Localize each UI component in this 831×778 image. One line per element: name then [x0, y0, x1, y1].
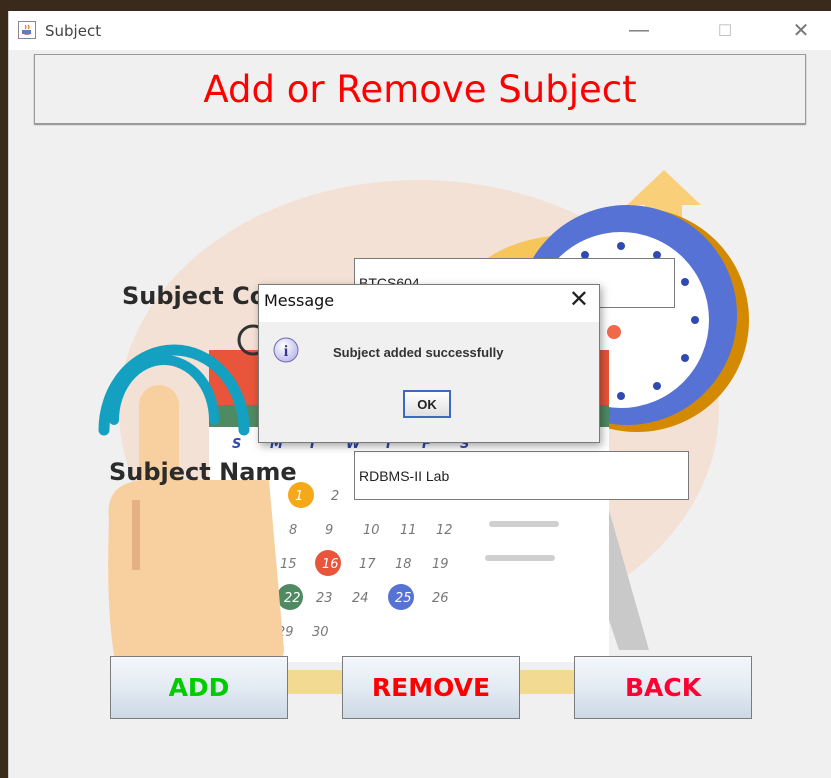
calendar-day: 24 [352, 591, 369, 606]
ok-button-label: OK [417, 396, 437, 412]
dialog-title: Message [264, 291, 335, 310]
maximize-button[interactable]: ☐ [702, 11, 748, 50]
back-button-label: BACK [624, 673, 702, 702]
add-button-label: ADD [168, 673, 230, 702]
content-panel: SMTWTFS 1 2 8 9 10 11 12 15 16 17 18 19 22 23 24 25 26 29… [9, 50, 831, 778]
calendar-day: 22 [284, 591, 301, 606]
calendar-day: 11 [400, 523, 417, 538]
calendar-day: 2 [331, 489, 339, 504]
calendar-weekday: S [232, 437, 241, 452]
calendar-day: 16 [322, 557, 339, 572]
back-button[interactable]: BACK [574, 656, 752, 719]
dialog-message: Subject added successfully [333, 345, 504, 360]
add-button[interactable]: ADD [110, 656, 288, 719]
calendar-day: 8 [289, 523, 297, 538]
minimize-button[interactable]: — [616, 11, 662, 50]
app-window: Subject — ☐ ✕ SMTWTFS 12891011121 [8, 11, 831, 778]
svg-text:i: i [284, 343, 289, 360]
calendar-day: 17 [359, 557, 376, 572]
remove-button[interactable]: REMOVE [342, 656, 520, 719]
clock-center [607, 325, 621, 339]
calendar-day: 18 [395, 557, 412, 572]
window-title: Subject [45, 22, 102, 40]
subject-name-field[interactable]: RDBMS-II Lab [354, 451, 689, 500]
page-title: Add or Remove Subject [34, 54, 806, 124]
close-button[interactable]: ✕ [778, 11, 824, 50]
calendar-day: 30 [312, 625, 329, 640]
message-dialog: Message ✕ i Subject added successfully O… [258, 284, 600, 443]
title-bar: Subject — ☐ ✕ [9, 11, 831, 50]
subject-name-label: Subject Name [109, 458, 297, 486]
info-icon: i [273, 337, 299, 363]
ok-button[interactable]: OK [403, 390, 451, 418]
calendar-day: 23 [316, 591, 333, 606]
calendar-day: 12 [436, 523, 453, 538]
calendar-day: 26 [432, 591, 449, 606]
calendar-day: 10 [363, 523, 380, 538]
calendar-day: 1 [295, 489, 303, 504]
dialog-close-icon[interactable]: ✕ [569, 285, 589, 313]
maximize-icon: ☐ [717, 22, 733, 40]
calendar-day: 19 [432, 557, 449, 572]
calendar-day: 15 [280, 557, 297, 572]
dialog-body: i Subject added successfully OK [259, 322, 599, 442]
remove-button-label: REMOVE [371, 673, 491, 702]
calendar-day: 25 [395, 591, 412, 606]
minimize-icon: — [629, 19, 649, 41]
page-title-text: Add or Remove Subject [203, 67, 637, 111]
calendar-day: 9 [325, 523, 333, 538]
close-icon: ✕ [792, 20, 810, 42]
java-app-icon [18, 21, 36, 39]
